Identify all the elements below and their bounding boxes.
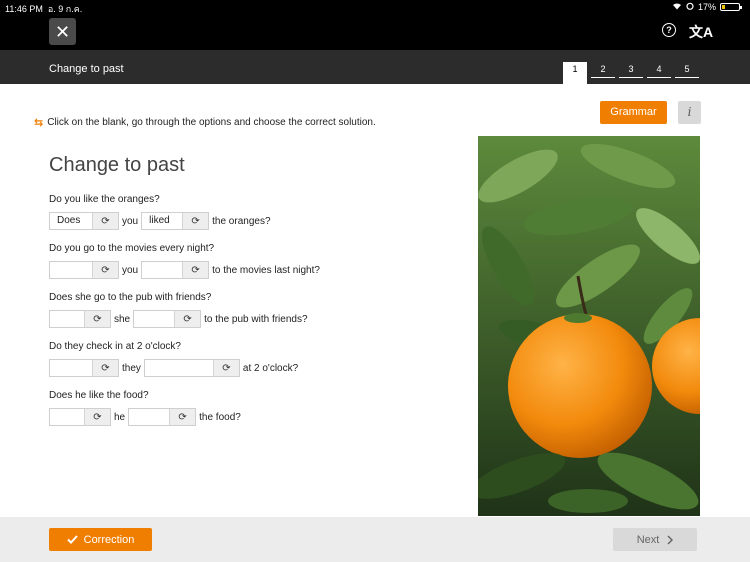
page-tabs: 1 2 3 4 5 bbox=[563, 62, 699, 84]
refresh-icon[interactable]: ⟳ bbox=[169, 409, 196, 425]
page-tab-4[interactable]: 4 bbox=[647, 62, 671, 78]
status-date: อ. 9 ก.ค. bbox=[47, 4, 83, 14]
help-icon[interactable]: ? bbox=[662, 23, 676, 37]
blank-select[interactable]: ⟳ bbox=[49, 261, 119, 279]
blank-select[interactable]: ⟳ bbox=[143, 359, 240, 377]
blank-select[interactable]: ⟳ bbox=[133, 310, 202, 328]
page-tab-3[interactable]: 3 bbox=[619, 62, 643, 78]
question-1: Do you like the oranges? bbox=[49, 194, 160, 205]
lesson-title-bar: Change to past 1 2 3 4 5 bbox=[0, 50, 750, 84]
wifi-icon bbox=[672, 2, 682, 12]
answer-row-2: ⟳ you ⟳ to the movies last night? bbox=[49, 261, 323, 279]
answer-row-5: ⟳ he ⟳ the food? bbox=[49, 408, 244, 426]
answer-row-3: ⟳ she ⟳ to the pub with friends? bbox=[49, 310, 311, 328]
question-2: Do you go to the movies every night? bbox=[49, 243, 215, 254]
blank-select[interactable]: liked ⟳ bbox=[141, 212, 210, 230]
question-5: Does he like the food? bbox=[49, 390, 149, 401]
refresh-icon[interactable]: ⟳ bbox=[84, 311, 110, 327]
blank-select[interactable]: ⟳ bbox=[141, 261, 210, 279]
blank-select[interactable]: Does ⟳ bbox=[49, 212, 119, 230]
close-button[interactable]: ✕ bbox=[49, 18, 76, 45]
refresh-icon[interactable]: ⟳ bbox=[92, 360, 118, 376]
answer-row-1: Does ⟳ you liked ⟳ the oranges? bbox=[49, 212, 274, 230]
refresh-icon[interactable]: ⟳ bbox=[92, 262, 118, 278]
grammar-button[interactable]: Grammar bbox=[600, 101, 667, 124]
refresh-icon[interactable]: ⟳ bbox=[92, 213, 118, 229]
page-tab-2[interactable]: 2 bbox=[591, 62, 615, 78]
instruction-text: Click on the blank, go through the optio… bbox=[47, 117, 376, 128]
status-time: 11:46 PM bbox=[5, 4, 43, 14]
refresh-icon[interactable]: ⟳ bbox=[182, 262, 209, 278]
answer-row-4: ⟳ they ⟳ at 2 o'clock? bbox=[49, 359, 301, 377]
top-bar: ✕ ? 文A bbox=[0, 14, 750, 50]
lesson-title: Change to past bbox=[49, 63, 124, 75]
blank-select[interactable]: ⟳ bbox=[49, 310, 111, 328]
refresh-icon[interactable]: ⟳ bbox=[174, 311, 201, 327]
blank-select[interactable]: ⟳ bbox=[49, 359, 119, 377]
chevron-right-icon bbox=[667, 534, 674, 545]
question-4: Do they check in at 2 o'clock? bbox=[49, 341, 181, 352]
exercise-title: Change to past bbox=[49, 154, 185, 176]
check-icon bbox=[66, 535, 78, 544]
blank-select[interactable]: ⟳ bbox=[49, 408, 111, 426]
question-3: Does she go to the pub with friends? bbox=[49, 292, 212, 303]
oranges-photo bbox=[478, 136, 700, 516]
blank-select[interactable]: ⟳ bbox=[128, 408, 197, 426]
refresh-icon[interactable]: ⟳ bbox=[212, 360, 239, 376]
refresh-icon[interactable]: ⟳ bbox=[84, 409, 110, 425]
page-tab-1[interactable]: 1 bbox=[563, 62, 587, 84]
next-button[interactable]: Next bbox=[613, 528, 697, 551]
close-icon: ✕ bbox=[54, 21, 71, 42]
status-bar: 11:46 PM อ. 9 ก.ค. 17% bbox=[0, 0, 750, 14]
translate-icon[interactable]: 文A bbox=[689, 22, 713, 42]
correction-button[interactable]: Correction bbox=[49, 528, 152, 551]
alarm-icon bbox=[686, 2, 694, 12]
page-tab-5[interactable]: 5 bbox=[675, 62, 699, 78]
oranges-illustration bbox=[478, 136, 700, 516]
bottom-bar: Correction Next bbox=[0, 517, 750, 562]
battery-icon bbox=[720, 3, 742, 11]
swap-arrows-icon: ⇆ bbox=[34, 117, 44, 129]
refresh-icon[interactable]: ⟳ bbox=[182, 213, 209, 229]
info-button[interactable]: i bbox=[678, 101, 701, 124]
battery-percent: 17% bbox=[697, 2, 716, 12]
instruction: ⇆ Click on the blank, go through the opt… bbox=[34, 116, 376, 129]
